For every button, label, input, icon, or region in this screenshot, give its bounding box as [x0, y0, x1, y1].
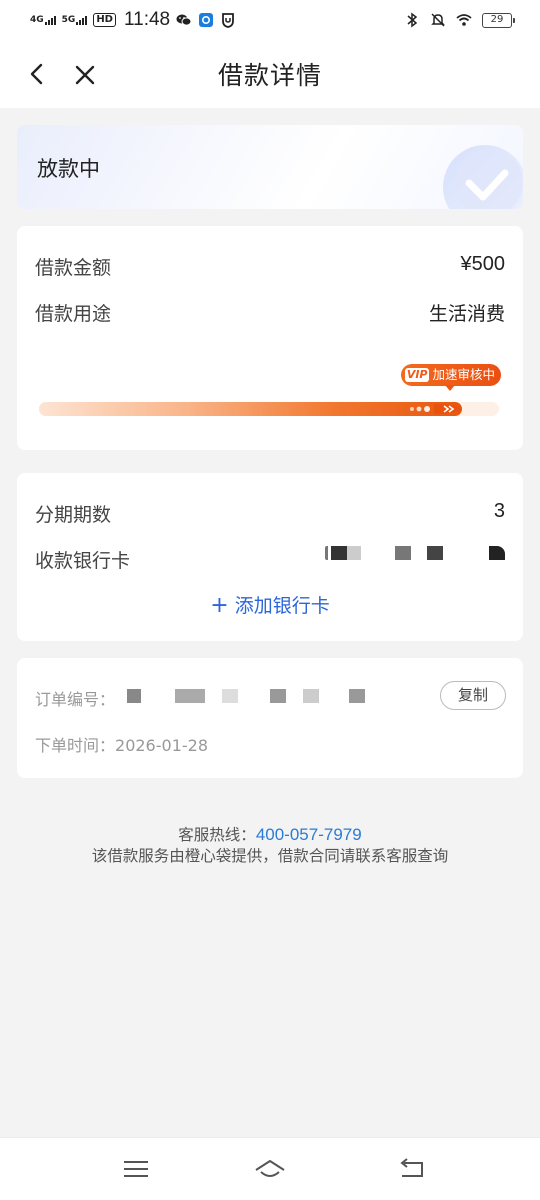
- loan-info-card: 借款金额 ¥500 借款用途 生活消费 VIP 加速审核中: [17, 226, 523, 450]
- loan-purpose-value: 生活消费: [428, 303, 505, 325]
- checkmark-badge-icon: [443, 145, 523, 209]
- vip-icon: VIP: [404, 368, 430, 382]
- wifi-icon: [456, 14, 472, 26]
- app-notification-icon: [199, 13, 214, 27]
- plus-icon: +: [210, 593, 229, 618]
- wechat-icon: [176, 14, 192, 26]
- menu-icon[interactable]: [120, 1156, 152, 1182]
- clock-time: 11:48: [123, 9, 171, 30]
- hotline-row: 客服热线：400-057-7979: [0, 824, 540, 846]
- loan-status-text: 放款中: [37, 157, 100, 181]
- network-4g-label: 4G: [30, 15, 44, 25]
- add-bank-card-button[interactable]: + 添加银行卡: [17, 591, 523, 618]
- status-bar: 4G 5G HD 11:48 29: [0, 0, 540, 40]
- loan-amount-value: ¥500: [460, 253, 506, 275]
- service-disclaimer: 该借款服务由橙心袋提供，借款合同请联系客服查询: [91, 847, 449, 865]
- status-bar-left: 4G 5G HD 11:48: [30, 9, 236, 31]
- loan-amount-row: 借款金额 ¥500: [35, 253, 505, 280]
- loan-purpose-label: 借款用途: [35, 303, 112, 325]
- order-time-value: 2026-01-28: [115, 736, 208, 755]
- installment-periods-label: 分期期数: [35, 504, 112, 526]
- review-progress: VIP 加速审核中: [39, 362, 503, 422]
- mute-bell-icon: [431, 13, 445, 27]
- signal-5g-icon: 5G: [62, 15, 88, 25]
- shield-icon: [222, 13, 235, 28]
- hotline-label: 客服热线：: [178, 826, 256, 844]
- back-icon[interactable]: [396, 1156, 428, 1182]
- rocket-icon: [410, 404, 462, 414]
- loan-status-card: 放款中: [17, 125, 523, 209]
- order-info-card: 订单编号： 复制 下单时间：2026-01-28: [17, 658, 523, 778]
- network-5g-label: 5G: [61, 15, 76, 25]
- loan-amount-label: 借款金额: [35, 257, 112, 279]
- status-bar-right: 29: [404, 12, 515, 28]
- signal-4g-icon: 4G: [30, 15, 56, 25]
- masked-order-number: [127, 689, 377, 705]
- installment-periods-value: 3: [493, 500, 505, 522]
- order-time-row: 下单时间：2026-01-28: [35, 732, 208, 756]
- home-icon[interactable]: [254, 1156, 286, 1182]
- system-navigation-bar: [0, 1137, 540, 1200]
- bluetooth-icon: [407, 12, 418, 28]
- hotline-number-link[interactable]: 400-057-7979: [256, 825, 362, 844]
- page-title: 借款详情: [217, 61, 322, 90]
- vip-accelerated-review-badge: VIP 加速审核中: [400, 364, 501, 391]
- service-footer: 客服热线：400-057-7979 该借款服务由橙心袋提供，借款合同请联系客服查…: [0, 824, 540, 867]
- hd-voice-icon: HD: [93, 13, 116, 27]
- masked-bank-card-number: [325, 544, 505, 564]
- navigation-bar: 借款详情: [0, 40, 540, 108]
- order-number-label: 订单编号：: [35, 690, 116, 709]
- progress-fill: [39, 402, 462, 416]
- installment-card: 分期期数 3 收款银行卡 + 添加银行卡: [17, 473, 523, 641]
- add-bank-card-label: 添加银行卡: [234, 595, 330, 617]
- progress-status-label: 加速审核中: [432, 367, 495, 382]
- loan-purpose-row: 借款用途 生活消费: [35, 299, 505, 326]
- battery-icon: 29: [482, 12, 515, 28]
- bank-card-label: 收款银行卡: [35, 550, 131, 572]
- order-time-label: 下单时间：: [35, 736, 116, 755]
- installment-periods-row: 分期期数 3: [35, 500, 505, 527]
- copy-order-number-button[interactable]: 复制: [440, 681, 506, 710]
